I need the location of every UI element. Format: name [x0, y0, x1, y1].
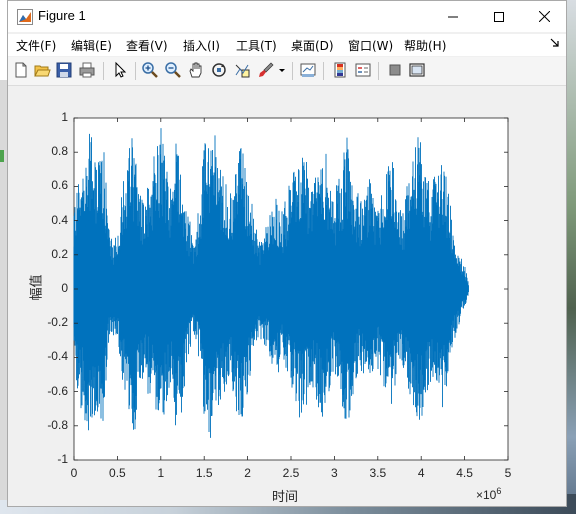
x-tick-label: 1.5 — [195, 466, 213, 480]
menu-desktop[interactable]: 桌面(D) — [291, 37, 334, 54]
y-tick-label: -1 — [57, 452, 68, 466]
y-tick-label: -0.8 — [47, 417, 68, 432]
pointer-icon[interactable] — [111, 61, 129, 79]
link-plot-icon[interactable] — [299, 61, 317, 79]
y-tick-label: 1 — [61, 110, 68, 124]
maximize-button[interactable] — [476, 1, 522, 32]
window-title: Figure 1 — [38, 8, 86, 23]
legend-icon[interactable] — [354, 61, 372, 79]
print-icon[interactable] — [78, 61, 96, 79]
x-tick-label: 2.5 — [282, 466, 300, 480]
minimize-icon — [448, 16, 458, 17]
x-exponent-power: 6 — [496, 486, 502, 496]
y-tick-label: 0.4 — [51, 212, 68, 227]
y-tick-label: 0.8 — [51, 144, 68, 159]
plot-axes[interactable] — [73, 117, 509, 461]
toolbar-separator — [323, 62, 324, 80]
x-tick-label: 4 — [417, 466, 425, 480]
new-figure-icon[interactable] — [12, 61, 30, 79]
menu-insert[interactable]: 插入(I) — [183, 37, 220, 54]
menu-bar: 文件(F) 编辑(E) 查看(V) 插入(I) 工具(T) 桌面(D) 窗口(W… — [8, 34, 566, 56]
y-tick-label: -0.4 — [47, 349, 68, 364]
zoom-out-icon[interactable] — [164, 61, 182, 79]
toolbar-separator — [378, 62, 379, 80]
figure-toolbar — [8, 57, 566, 86]
x-tick-label: 0 — [70, 466, 78, 480]
x-tick-label: 3.5 — [369, 466, 387, 480]
x-tick-label: 1 — [157, 466, 165, 480]
open-icon[interactable] — [33, 61, 51, 79]
y-tick-label: -0.6 — [47, 383, 68, 398]
toolbar-separator — [292, 62, 293, 80]
pan-icon[interactable] — [187, 61, 205, 79]
x-axis-exponent: ×106 — [476, 486, 501, 502]
matlab-icon — [17, 9, 33, 25]
rotate-3d-icon[interactable] — [210, 61, 228, 79]
x-exponent-base: ×10 — [476, 488, 497, 502]
y-tick-label: 0.6 — [51, 178, 68, 193]
save-icon[interactable] — [55, 61, 73, 79]
brush-icon[interactable] — [257, 61, 275, 79]
colorbar-icon[interactable] — [331, 61, 349, 79]
x-tick-label: 3 — [331, 466, 338, 480]
menu-tools[interactable]: 工具(T) — [236, 37, 277, 54]
x-tick-label: 0.5 — [109, 466, 126, 480]
menu-help[interactable]: 帮助(H) — [404, 37, 446, 54]
close-button[interactable] — [521, 1, 567, 32]
close-icon — [538, 11, 550, 22]
toolbar-separator — [103, 62, 104, 80]
menu-view[interactable]: 查看(V) — [126, 37, 168, 54]
menu-edit[interactable]: 编辑(E) — [71, 37, 112, 54]
menu-file[interactable]: 文件(F) — [16, 37, 56, 54]
x-tick-label: 2 — [244, 466, 251, 480]
x-axis-label: 时间 — [272, 490, 299, 505]
x-tick-label: 4.5 — [456, 466, 473, 480]
show-plot-tools-icon[interactable] — [408, 61, 426, 79]
minimize-button[interactable] — [430, 1, 476, 32]
data-cursor-icon[interactable] — [233, 61, 251, 79]
hide-plot-tools-icon[interactable] — [386, 61, 404, 79]
desktop-background — [566, 0, 576, 514]
maximize-icon — [494, 11, 504, 22]
y-axis-label: 幅值 — [29, 274, 45, 301]
zoom-in-icon[interactable] — [141, 61, 159, 79]
dock-arrow-icon[interactable] — [550, 38, 560, 48]
x-tick-label: 5 — [504, 466, 512, 480]
y-tick-label: -0.2 — [47, 315, 68, 330]
toolbar-separator — [135, 62, 136, 80]
menu-window[interactable]: 窗口(W) — [348, 37, 393, 54]
brush-dropdown-icon[interactable] — [278, 61, 286, 79]
title-bar[interactable]: Figure 1 — [8, 1, 566, 32]
y-tick-label: 0.2 — [51, 246, 68, 261]
